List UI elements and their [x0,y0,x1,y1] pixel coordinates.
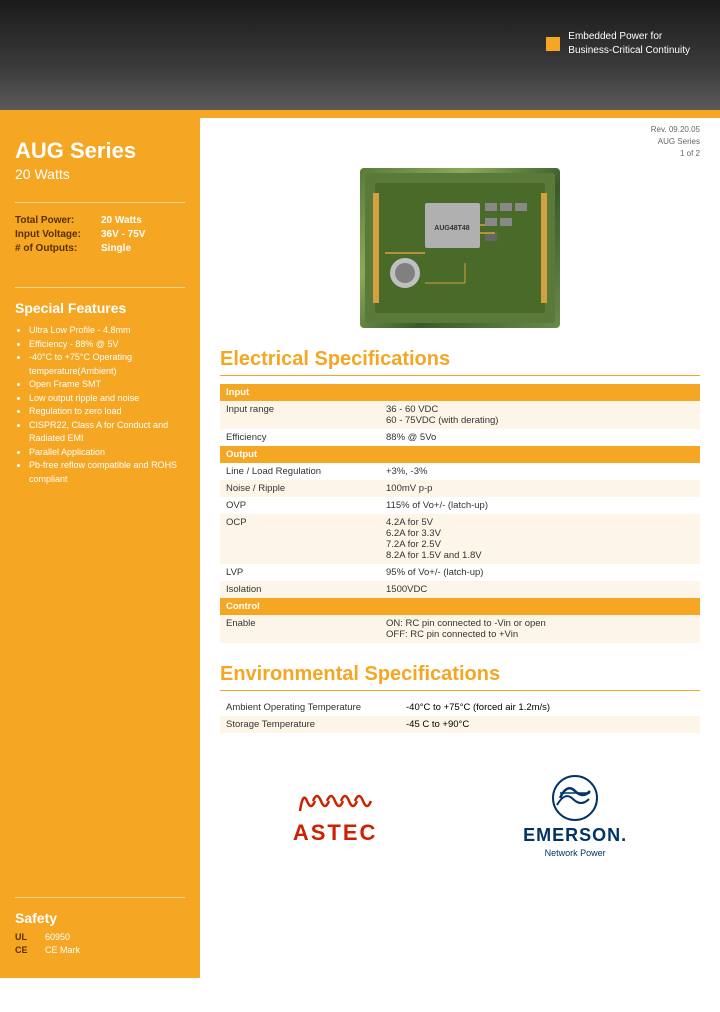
lvp-label: LVP [220,564,380,581]
input-header: Input [220,384,700,401]
efficiency-value: 88% @ 5Vo [380,429,700,446]
emerson-sub: Network Power [545,848,606,858]
pcb-svg: AUG48T48 [365,173,555,323]
sidebar-specs: Total Power: 20 Watts Input Voltage: 36V… [15,202,185,257]
emerson-text: EMERSON. [523,825,627,846]
features-title: Special Features [15,300,185,316]
line-load-label: Line / Load Regulation [220,463,380,480]
storage-temp-value: -45 C to +90°C [400,716,700,733]
ambient-temp-row: Ambient Operating Temperature -40°C to +… [220,699,700,716]
list-item: Open Frame SMT [29,378,185,392]
list-item: -40°C to +75°C Operating temperature(Amb… [29,351,185,378]
spec-outputs: # of Outputs: Single [15,243,185,254]
efficiency-label: Efficiency [220,429,380,446]
noise-ripple-label: Noise / Ripple [220,480,380,497]
lvp-row: LVP 95% of Vo+/- (latch-up) [220,564,700,581]
enable-label: Enable [220,615,380,643]
product-image: AUG48T48 [360,168,560,328]
sidebar-safety: Safety UL 60950 CE CE Mark [15,897,185,958]
isolation-row: Isolation 1500VDC [220,581,700,598]
orange-stripe [0,110,720,118]
list-item: Ultra Low Profile - 4.8mm [29,324,185,338]
input-range-label: Input range [220,401,380,429]
features-list: Ultra Low Profile - 4.8mm Efficiency - 8… [15,324,185,486]
input-range-row: Input range 36 - 60 VDC60 - 75VDC (with … [220,401,700,429]
ambient-temp-value: -40°C to +75°C (forced air 1.2m/s) [400,699,700,716]
ovp-label: OVP [220,497,380,514]
header: Embedded Power for Business-Critical Con… [0,0,720,110]
sidebar: AUG Series 20 Watts Total Power: 20 Watt… [0,118,200,978]
astec-waves-svg [295,786,375,816]
storage-temp-row: Storage Temperature -45 C to +90°C [220,716,700,733]
output-header: Output [220,446,700,463]
astec-logo: ASTEC [293,786,378,846]
ocp-value: 4.2A for 5V6.2A for 3.3V7.2A for 2.5V8.2… [380,514,700,564]
line-load-value: +3%, -3% [380,463,700,480]
content-area: Rev. 09.20.05 AUG Series 1 of 2 AUG48T48 [200,118,720,978]
ocp-label: OCP [220,514,380,564]
header-brand: Embedded Power for Business-Critical Con… [546,30,690,58]
product-image-container: AUG48T48 [220,168,700,328]
control-header-row: Control [220,598,700,615]
safety-ce: CE CE Mark [15,945,185,955]
spec-total-power: Total Power: 20 Watts [15,215,185,226]
efficiency-row: Efficiency 88% @ 5Vo [220,429,700,446]
safety-ul: UL 60950 [15,932,185,942]
astec-text: ASTEC [293,820,378,846]
safety-title: Safety [15,910,185,926]
electrical-section-title: Electrical Specifications [220,348,700,376]
environmental-table: Ambient Operating Temperature -40°C to +… [220,699,700,733]
output-header-row: Output [220,446,700,463]
spec-input-voltage: Input Voltage: 36V - 75V [15,229,185,240]
storage-temp-label: Storage Temperature [220,716,400,733]
noise-ripple-value: 100mV p-p [380,480,700,497]
environmental-section-title: Environmental Specifications [220,663,700,691]
input-header-row: Input [220,384,700,401]
electrical-spec-table: Input Input range 36 - 60 VDC60 - 75VDC … [220,384,700,643]
control-header: Control [220,598,700,615]
brand-text: Embedded Power for Business-Critical Con… [568,30,690,58]
ovp-row: OVP 115% of Vo+/- (latch-up) [220,497,700,514]
list-item: CISPR22, Class A for Conduct and Radiate… [29,419,185,446]
list-item: Low output ripple and noise [29,392,185,406]
noise-ripple-row: Noise / Ripple 100mV p-p [220,480,700,497]
emerson-logo: EMERSON. Network Power [523,773,627,858]
enable-row: Enable ON: RC pin connected to -Vin or o… [220,615,700,643]
astec-waves-icon [295,786,375,816]
list-item: Parallel Application [29,446,185,460]
emerson-symbol-svg [545,773,605,823]
footer-logos: ASTEC EMERSON. Network Power [220,753,700,868]
ovp-value: 115% of Vo+/- (latch-up) [380,497,700,514]
main-layout: AUG Series 20 Watts Total Power: 20 Watt… [0,118,720,978]
sidebar-title: AUG Series [15,138,185,164]
sidebar-subtitle: 20 Watts [15,166,185,182]
enable-value: ON: RC pin connected to -Vin or openOFF:… [380,615,700,643]
line-load-row: Line / Load Regulation +3%, -3% [220,463,700,480]
svg-text:AUG48T48: AUG48T48 [434,225,470,232]
ocp-row: OCP 4.2A for 5V6.2A for 3.3V7.2A for 2.5… [220,514,700,564]
brand-icon [546,37,560,51]
isolation-value: 1500VDC [380,581,700,598]
sidebar-features: Special Features Ultra Low Profile - 4.8… [15,287,185,877]
isolation-label: Isolation [220,581,380,598]
input-range-value: 36 - 60 VDC60 - 75VDC (with derating) [380,401,700,429]
ambient-temp-label: Ambient Operating Temperature [220,699,400,716]
list-item: Regulation to zero load [29,405,185,419]
lvp-value: 95% of Vo+/- (latch-up) [380,564,700,581]
list-item: Pb-free reflow compatible and ROHS compl… [29,459,185,486]
list-item: Efficiency - 88% @ 5V [29,338,185,352]
rev-info: Rev. 09.20.05 AUG Series 1 of 2 [220,118,700,160]
